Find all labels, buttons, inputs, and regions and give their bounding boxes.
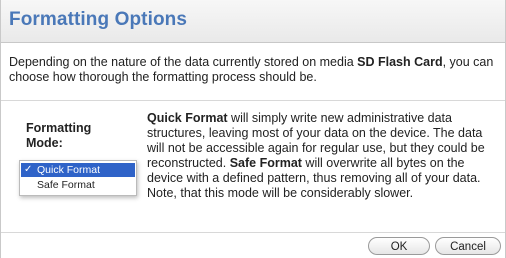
dialog-title-bar: Formatting Options (1, 0, 505, 43)
cancel-button[interactable]: Cancel (435, 237, 501, 255)
quick-format-term: Quick Format (147, 111, 228, 125)
option-label: Safe Format (37, 179, 95, 191)
formatting-mode-label: Formatting Mode: (26, 121, 92, 150)
section-divider (1, 100, 505, 101)
intro-text: Depending on the nature of the data curr… (9, 55, 499, 85)
ok-button[interactable]: OK (368, 237, 430, 255)
option-safe-format[interactable]: Safe Format (21, 178, 135, 192)
footer-divider (1, 232, 505, 233)
format-mode-description: Quick Format will simply write new admin… (147, 111, 489, 201)
formatting-options-dialog: Formatting Options Depending on the natu… (0, 0, 506, 258)
media-name: SD Flash Card (357, 55, 443, 69)
intro-part1: Depending on the nature of the data curr… (9, 55, 358, 69)
dialog-title: Formatting Options (9, 9, 188, 30)
formatting-mode-select[interactable]: ✓ Quick Format Safe Format (19, 160, 137, 196)
safe-format-term: Safe Format (229, 156, 302, 170)
checkmark-icon: ✓ (24, 164, 33, 175)
option-label: Quick Format (37, 164, 101, 176)
option-quick-format[interactable]: ✓ Quick Format (21, 163, 135, 177)
